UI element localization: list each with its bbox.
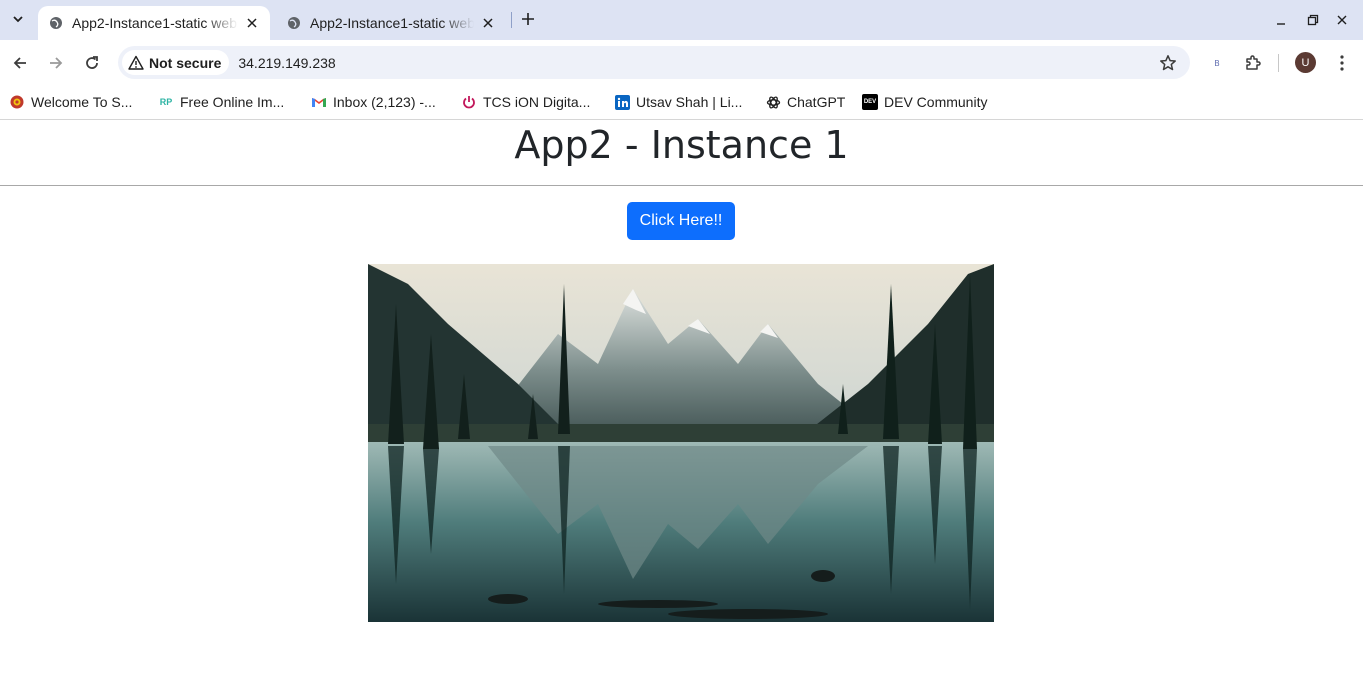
- bookmark-item[interactable]: DEV DEV Community: [862, 91, 987, 113]
- bookmark-item[interactable]: ChatGPT: [765, 91, 845, 113]
- warning-icon: [128, 55, 144, 71]
- bookmark-label: ChatGPT: [787, 94, 846, 110]
- crest-icon: [9, 94, 25, 110]
- tab-inactive[interactable]: App2-Instance1-static website: [276, 6, 506, 40]
- bookmark-label: DEV Community: [884, 94, 988, 110]
- url-text[interactable]: 34.219.149.238: [238, 55, 335, 71]
- close-icon[interactable]: [480, 15, 496, 31]
- extension-b-icon[interactable]: B: [1207, 51, 1227, 75]
- toolbar-separator: [1278, 54, 1279, 72]
- restore-icon: [1307, 14, 1319, 26]
- linkedin-icon: [614, 94, 630, 110]
- minimize-button[interactable]: [1271, 10, 1291, 30]
- plus-icon: [522, 13, 534, 25]
- kebab-menu-icon[interactable]: [1330, 51, 1354, 75]
- bookmark-item[interactable]: RP Free Online Im...: [158, 91, 285, 113]
- reload-icon: [86, 56, 98, 69]
- security-chip[interactable]: Not secure: [122, 50, 230, 75]
- tab-title: App2-Instance1-static website: [310, 15, 474, 31]
- rp-logo-icon: RP: [159, 97, 173, 107]
- dev-logo-icon: DEV: [862, 94, 878, 110]
- page-title: App2 - Instance 1: [514, 123, 849, 167]
- minimize-icon: [1277, 23, 1285, 25]
- bookmark-label: Welcome To S...: [31, 94, 133, 110]
- forward-button[interactable]: [44, 51, 68, 75]
- power-icon: [461, 94, 477, 110]
- page-content: App2 - Instance 1 Click Here!!: [0, 121, 1363, 684]
- new-tab-button[interactable]: [517, 8, 539, 30]
- close-window-button[interactable]: [1332, 10, 1352, 30]
- bookmark-label: Free Online Im...: [180, 94, 285, 110]
- arrow-right-icon: [50, 57, 63, 69]
- bookmark-star-icon[interactable]: [1158, 53, 1178, 73]
- divider: [0, 185, 1363, 186]
- bookmark-label: Utsav Shah | Li...: [636, 94, 743, 110]
- bookmark-item[interactable]: Utsav Shah | Li...: [614, 91, 742, 113]
- tab-strip: App2-Instance1-static website App2-Insta…: [0, 0, 1363, 40]
- tab-active[interactable]: App2-Instance1-static website: [38, 6, 270, 40]
- reload-button[interactable]: [80, 51, 104, 75]
- restore-button[interactable]: [1303, 10, 1323, 30]
- extensions-puzzle-icon[interactable]: [1241, 51, 1265, 75]
- bookmark-label: TCS iON Digita...: [483, 94, 591, 110]
- tab-title: App2-Instance1-static website: [72, 15, 238, 31]
- address-bar[interactable]: Not secure 34.219.149.238: [118, 46, 1190, 79]
- openai-icon: [765, 94, 781, 110]
- bookmark-item[interactable]: TCS iON Digita...: [461, 91, 590, 113]
- mountain-lake-image: [368, 264, 994, 622]
- profile-avatar[interactable]: U: [1295, 52, 1316, 73]
- bookmarks-bar: Welcome To S... RP Free Online Im... Inb…: [0, 86, 1363, 120]
- tab-search-button[interactable]: [6, 7, 30, 31]
- tab-separator: [511, 12, 512, 28]
- back-button[interactable]: [8, 51, 32, 75]
- gmail-icon: [311, 94, 327, 110]
- globe-icon: [286, 15, 302, 31]
- bookmark-item[interactable]: Inbox (2,123) -...: [311, 91, 436, 113]
- click-here-button[interactable]: Click Here!!: [627, 202, 735, 240]
- security-label: Not secure: [149, 54, 222, 71]
- arrow-left-icon: [13, 57, 26, 69]
- globe-icon: [48, 15, 64, 31]
- bookmark-label: Inbox (2,123) -...: [333, 94, 436, 110]
- chevron-down-icon: [13, 16, 23, 23]
- browser-toolbar: Not secure 34.219.149.238 B U: [0, 40, 1363, 86]
- close-icon[interactable]: [244, 15, 260, 31]
- close-icon: [1337, 15, 1347, 25]
- bookmark-item[interactable]: Welcome To S...: [9, 91, 132, 113]
